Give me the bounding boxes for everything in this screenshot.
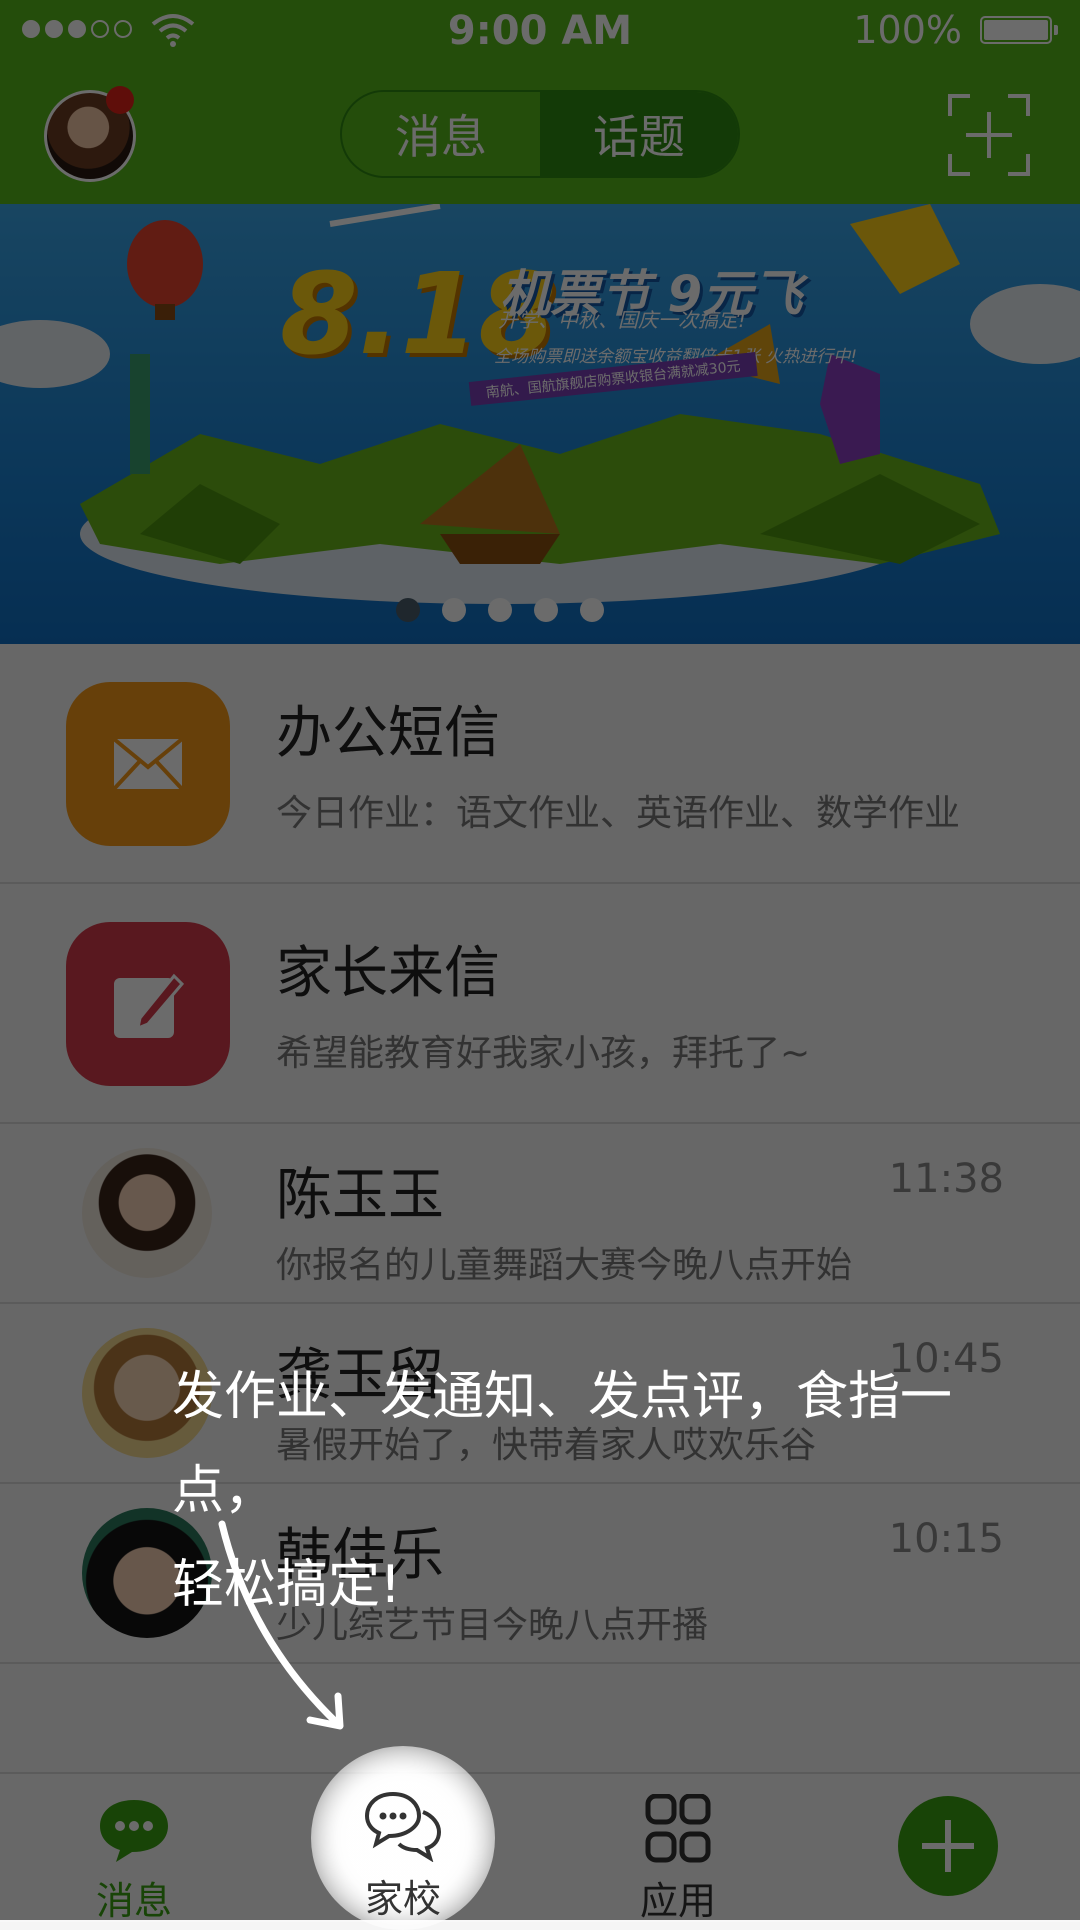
tab-topics[interactable]: 话题 bbox=[540, 92, 738, 176]
tab-messages[interactable]: 消息 bbox=[342, 92, 540, 176]
item-subtitle: 希望能教育好我家小孩，拜托了~ bbox=[276, 1033, 811, 1074]
pager-dot[interactable] bbox=[534, 598, 558, 622]
guide-arrow-icon bbox=[218, 1520, 344, 1730]
item-subtitle: 今日作业：语文作业、英语作业、数学作业 bbox=[276, 793, 961, 834]
item-subtitle: 你报名的儿童舞蹈大赛今晚八点开始 bbox=[276, 1245, 853, 1286]
add-button[interactable] bbox=[898, 1796, 998, 1896]
scan-add-icon[interactable] bbox=[948, 94, 1030, 176]
list-item[interactable]: 家长来信 希望能教育好我家小孩，拜托了~ bbox=[0, 884, 1080, 1124]
edit-icon bbox=[66, 922, 230, 1086]
item-title: 陈玉玉 bbox=[276, 1163, 444, 1228]
chat-bubble-icon bbox=[100, 1800, 168, 1862]
status-bar: 9:00 AM 100% bbox=[0, 0, 1080, 62]
nav-home-school[interactable]: 家校 bbox=[303, 1772, 503, 1921]
pager-dot[interactable] bbox=[580, 598, 604, 622]
nav-apps[interactable]: 应用 bbox=[578, 1774, 778, 1923]
banner-pager bbox=[0, 598, 1040, 622]
notification-badge bbox=[106, 86, 134, 114]
item-time: 11:38 bbox=[888, 1156, 1004, 1202]
battery-icon bbox=[980, 16, 1058, 44]
nav-label: 消息 bbox=[95, 1879, 172, 1923]
nav-label: 应用 bbox=[639, 1879, 716, 1923]
app-header: 9:00 AM 100% 消息 话题 bbox=[0, 0, 1080, 204]
banner-line-1: 开学、中秋、国庆一次搞定! bbox=[498, 308, 747, 332]
list-item[interactable]: 陈玉玉 你报名的儿童舞蹈大赛今晚八点开始 11:38 bbox=[0, 1124, 1080, 1304]
nav-label: 家校 bbox=[364, 1877, 441, 1921]
nav-messages[interactable]: 消息 bbox=[34, 1774, 234, 1923]
pager-dot[interactable] bbox=[488, 598, 512, 622]
guide-line-1: 发作业、发通知、发点评，食指一点， bbox=[172, 1367, 953, 1521]
plus-icon bbox=[922, 1820, 974, 1872]
item-title: 办公短信 bbox=[276, 701, 500, 766]
pager-dot[interactable] bbox=[396, 598, 420, 622]
header-tab-switch: 消息 话题 bbox=[340, 90, 740, 178]
promo-banner[interactable]: 8.18 机票节 9元飞 开学、中秋、国庆一次搞定! 全场购票即送余额宝收益翻倍… bbox=[0, 204, 1080, 644]
apps-grid-icon bbox=[645, 1794, 711, 1863]
pager-dot[interactable] bbox=[442, 598, 466, 622]
item-title: 家长来信 bbox=[276, 941, 500, 1006]
battery-percent: 100% bbox=[853, 8, 962, 52]
double-chat-icon bbox=[364, 1791, 442, 1862]
list-item[interactable]: 办公短信 今日作业：语文作业、英语作业、数学作业 bbox=[0, 644, 1080, 884]
avatar bbox=[82, 1148, 212, 1278]
envelope-icon bbox=[66, 682, 230, 846]
